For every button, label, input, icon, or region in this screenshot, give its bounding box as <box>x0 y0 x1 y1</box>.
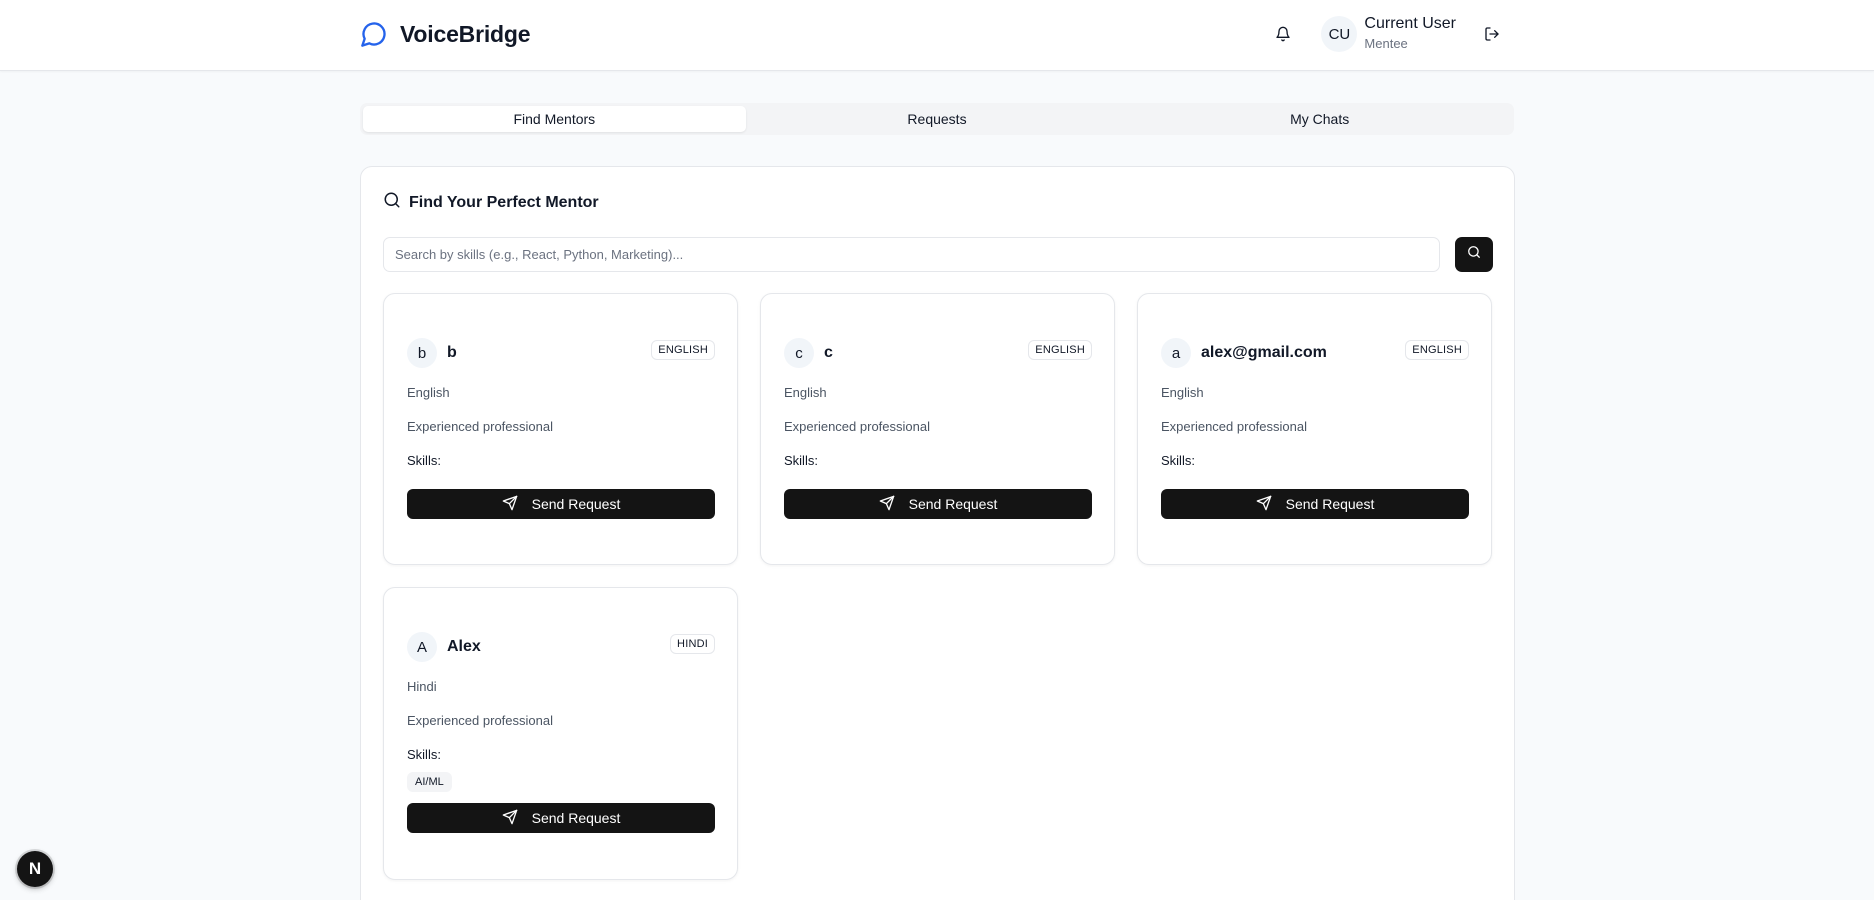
mentor-avatar: a <box>1161 338 1191 368</box>
send-request-button[interactable]: Send Request <box>407 803 715 833</box>
mentor-name: alex@gmail.com <box>1201 344 1327 361</box>
mentor-header: A Alex <box>407 632 481 662</box>
send-request-label: Send Request <box>908 496 998 512</box>
mentor-avatar: c <box>784 338 814 368</box>
user-avatar[interactable]: CU <box>1321 16 1358 52</box>
mentor-description: Experienced professional <box>407 419 553 434</box>
mentor-card: c c ENGLISH English Experienced professi… <box>760 293 1115 565</box>
skill-tag: AI/ML <box>407 772 452 792</box>
send-request-button[interactable]: Send Request <box>1161 489 1469 519</box>
send-request-button[interactable]: Send Request <box>784 489 1092 519</box>
mentor-card: b b ENGLISH English Experienced professi… <box>383 293 738 565</box>
header-actions: CU Current User Mentee <box>1271 14 1504 54</box>
mentor-language: Hindi <box>407 679 437 694</box>
language-badge: HINDI <box>670 634 715 654</box>
send-icon <box>1256 495 1272 514</box>
send-icon <box>879 495 895 514</box>
panel-title: Find Your Perfect Mentor <box>383 191 599 214</box>
mentor-description: Experienced professional <box>407 713 553 728</box>
language-badge: ENGLISH <box>651 340 715 360</box>
mentor-language: English <box>407 385 450 400</box>
panel-title-text: Find Your Perfect Mentor <box>409 193 599 211</box>
language-badge: ENGLISH <box>1028 340 1092 360</box>
bell-icon[interactable] <box>1271 22 1295 46</box>
mentor-name: Alex <box>447 638 481 655</box>
tab-requests[interactable]: Requests <box>746 106 1129 132</box>
user-name: Current User <box>1364 15 1456 32</box>
user-info: Current User Mentee <box>1364 14 1456 54</box>
mentor-header: b b <box>407 338 457 368</box>
mentor-language: English <box>1161 385 1204 400</box>
send-request-label: Send Request <box>531 496 621 512</box>
search-button[interactable] <box>1455 237 1493 272</box>
mentor-language: English <box>784 385 827 400</box>
mentor-avatar: b <box>407 338 437 368</box>
mentor-card: a alex@gmail.com ENGLISH English Experie… <box>1137 293 1492 565</box>
logout-icon[interactable] <box>1480 22 1504 46</box>
app-name: VoiceBridge <box>400 20 531 47</box>
top-header: VoiceBridge CU Current User Mentee <box>0 0 1874 71</box>
search-row <box>383 237 1493 272</box>
skills-label: Skills: <box>1161 453 1195 468</box>
send-request-label: Send Request <box>531 810 621 826</box>
skills-label: Skills: <box>407 453 441 468</box>
message-circle-icon <box>360 20 388 48</box>
mentor-name: b <box>447 344 457 361</box>
mentor-avatar: A <box>407 632 437 662</box>
find-mentor-panel: Find Your Perfect Mentor b b ENGLISH Eng… <box>360 166 1515 900</box>
skills-label: Skills: <box>784 453 818 468</box>
skills-search-input[interactable] <box>383 237 1440 272</box>
brand[interactable]: VoiceBridge <box>360 20 531 48</box>
send-icon <box>502 495 518 514</box>
search-icon <box>1467 245 1481 264</box>
mentor-description: Experienced professional <box>1161 419 1307 434</box>
user-role: Mentee <box>1364 36 1408 51</box>
mentor-name: c <box>824 344 833 361</box>
skills-label: Skills: <box>407 747 441 762</box>
tab-my-chats[interactable]: My Chats <box>1128 106 1511 132</box>
send-request-button[interactable]: Send Request <box>407 489 715 519</box>
dev-tools-badge[interactable]: N <box>17 851 53 887</box>
mentor-description: Experienced professional <box>784 419 930 434</box>
main-tabs: Find Mentors Requests My Chats <box>360 103 1514 135</box>
send-icon <box>502 809 518 828</box>
tab-find-mentors[interactable]: Find Mentors <box>363 106 746 132</box>
mentor-header: a alex@gmail.com <box>1161 338 1327 368</box>
search-icon <box>383 191 401 214</box>
mentor-header: c c <box>784 338 833 368</box>
mentor-card: A Alex HINDI Hindi Experienced professio… <box>383 587 738 880</box>
language-badge: ENGLISH <box>1405 340 1469 360</box>
send-request-label: Send Request <box>1285 496 1375 512</box>
